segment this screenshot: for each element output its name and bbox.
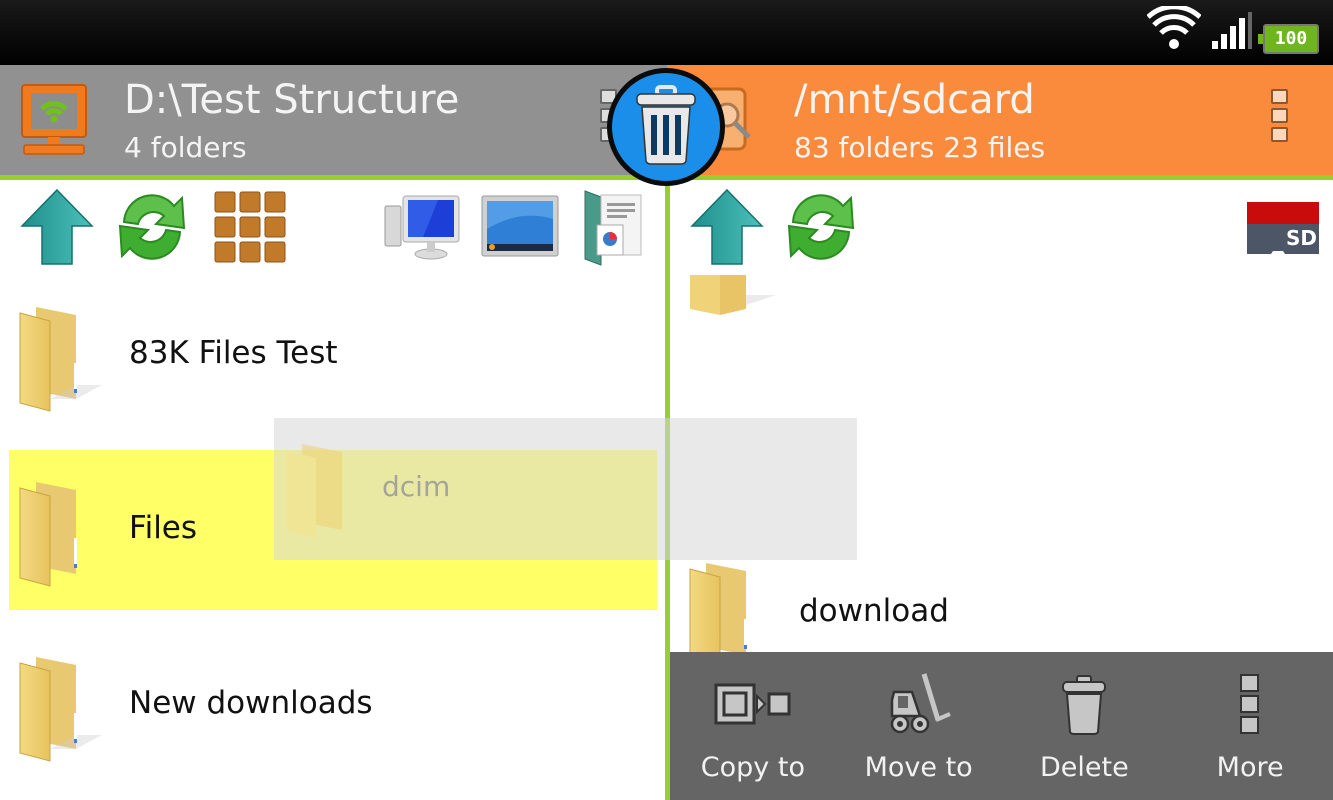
left-computer-button[interactable]: [384, 189, 462, 269]
drag-preview[interactable]: dcim: [274, 418, 857, 560]
list-item-label: download: [799, 593, 949, 629]
more-button[interactable]: More: [1167, 652, 1333, 800]
left-path-summary: 4 folders: [124, 131, 247, 164]
list-item-label: 83K Files Test: [129, 335, 338, 371]
left-up-button[interactable]: [18, 188, 96, 270]
move-to-button[interactable]: Move to: [836, 652, 1002, 800]
right-sd-card-button[interactable]: SD: [1244, 189, 1322, 269]
left-toolbar: [0, 185, 665, 273]
refresh-icon: [112, 188, 192, 270]
grid-icon: [213, 190, 287, 268]
right-pane-header[interactable]: /mnt/sdcard 83 folders 23 files: [667, 65, 1333, 180]
right-refresh-button[interactable]: [782, 189, 860, 269]
status-bar: 100: [0, 0, 1333, 65]
sd-card-label: SD: [1285, 226, 1317, 250]
forklift-icon: [886, 672, 952, 742]
right-overflow-menu-icon[interactable]: [1271, 89, 1288, 142]
trash-icon: [1061, 674, 1107, 740]
refresh-icon: [781, 188, 861, 270]
delete-label: Delete: [1040, 752, 1129, 783]
copy-to-icon: [713, 682, 793, 732]
folder-icon: [686, 275, 778, 319]
app-root: 100 D:\Test Structure 4 folders /mnt/sdc…: [0, 0, 1333, 800]
left-path-title: D:\Test Structure: [124, 77, 460, 123]
floating-delete-button[interactable]: [607, 68, 725, 186]
up-arrow-icon: [690, 188, 764, 270]
action-bar: Copy to Move to Delete More: [670, 652, 1333, 800]
delete-button[interactable]: Delete: [1002, 652, 1168, 800]
list-item[interactable]: New downloads: [0, 625, 665, 800]
left-pane-header[interactable]: D:\Test Structure 4 folders: [0, 65, 667, 180]
desktop-icon: [480, 194, 560, 264]
copy-to-button[interactable]: Copy to: [670, 652, 836, 800]
right-path-summary: 83 folders 23 files: [794, 131, 1046, 164]
trash-icon: [633, 85, 699, 169]
left-refresh-button[interactable]: [113, 189, 191, 269]
up-arrow-icon: [20, 188, 94, 270]
left-grid-view-button[interactable]: [211, 189, 289, 269]
computer-icon: [383, 192, 463, 266]
folder-icon: [282, 440, 374, 544]
wifi-icon: [1146, 4, 1202, 54]
left-desktop-button[interactable]: [481, 189, 559, 269]
list-item-label: Files: [129, 510, 198, 546]
folder-icon: [686, 559, 778, 652]
network-computer-icon: [18, 81, 90, 157]
folder-icon: [16, 303, 108, 417]
more-label: More: [1216, 752, 1284, 783]
left-documents-button[interactable]: [575, 189, 653, 269]
list-item-label: New downloads: [129, 685, 373, 721]
battery-icon: 100: [1258, 24, 1319, 54]
copy-to-label: Copy to: [700, 752, 805, 783]
list-item[interactable]: download: [670, 555, 1333, 652]
right-up-button[interactable]: [688, 188, 766, 270]
drag-preview-label: dcim: [382, 470, 451, 503]
signal-bars-icon: [1211, 12, 1253, 54]
folder-icon: [16, 653, 108, 767]
right-toolbar: SD: [670, 185, 1333, 273]
list-item[interactable]: [670, 275, 1333, 320]
right-path-title: /mnt/sdcard: [794, 77, 1035, 123]
move-to-label: Move to: [864, 752, 973, 783]
more-vertical-icon: [1239, 673, 1261, 741]
documents-icon: [581, 187, 647, 271]
sd-card-icon: SD: [1245, 200, 1321, 258]
folder-icon: [16, 478, 108, 592]
